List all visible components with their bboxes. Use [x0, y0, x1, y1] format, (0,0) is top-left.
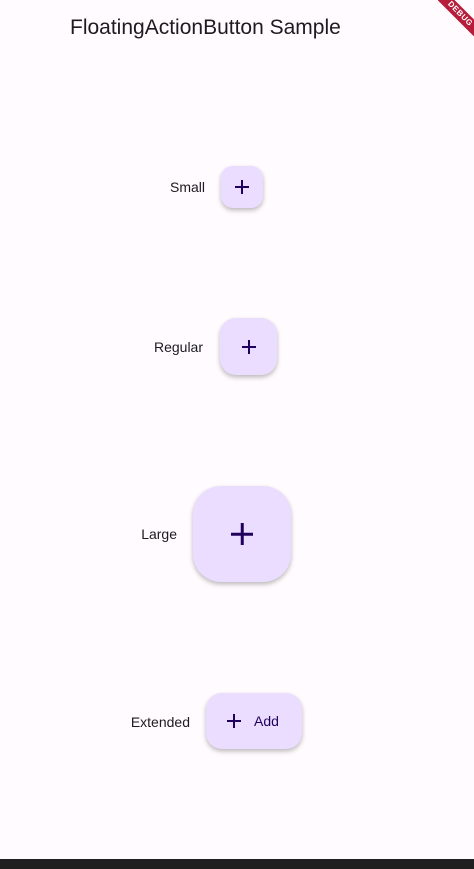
- large-label: Large: [141, 526, 177, 542]
- app-bar: FloatingActionButton Sample: [0, 0, 474, 56]
- add-icon: [231, 523, 253, 545]
- regular-label: Regular: [153, 339, 203, 355]
- add-icon: [235, 180, 249, 194]
- small-label: Small: [169, 179, 205, 195]
- debug-banner: DEBUG: [438, 0, 474, 36]
- app-title: FloatingActionButton Sample: [70, 16, 341, 39]
- small-fab-button[interactable]: [221, 166, 263, 208]
- regular-fab-button[interactable]: [220, 318, 277, 375]
- debug-banner-label: DEBUG: [438, 0, 474, 36]
- extended-label: Extended: [130, 714, 190, 730]
- add-icon: [242, 340, 256, 354]
- large-fab-button[interactable]: [193, 486, 291, 582]
- add-icon: [227, 714, 241, 728]
- system-navigation-bar: [0, 859, 474, 869]
- extended-fab-button[interactable]: Add: [206, 693, 302, 749]
- extended-fab-label: Add: [254, 713, 279, 729]
